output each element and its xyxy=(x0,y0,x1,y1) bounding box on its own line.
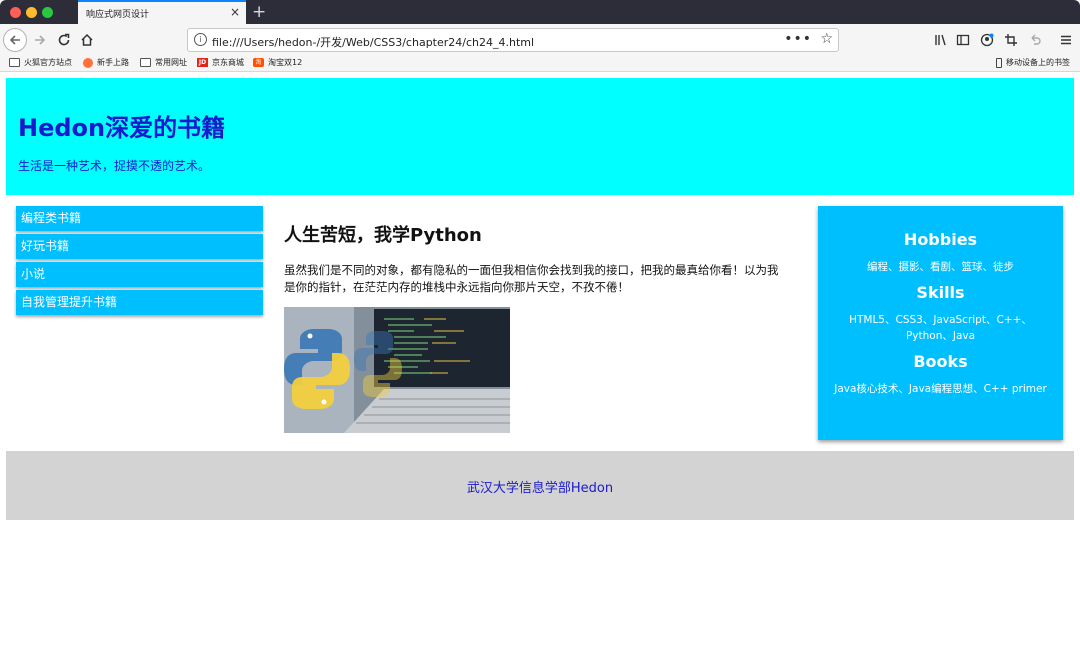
phone-icon xyxy=(996,57,1002,68)
reload-button[interactable] xyxy=(53,29,75,51)
page-header: Hedon深爱的书籍 生活是一种艺术，捉摸不透的艺术。 xyxy=(6,78,1074,195)
browser-window: 响应式网页设计 × + i file:///Users/hedon-/开发/We… xyxy=(0,0,1080,657)
folder-icon xyxy=(9,58,20,67)
page-actions-icon[interactable]: ••• xyxy=(784,31,812,47)
footer-text: 武汉大学信息学部Hedon xyxy=(466,481,614,496)
tab-title: 响应式网页设计 xyxy=(86,10,150,20)
tab-active[interactable]: 响应式网页设计 × xyxy=(78,0,246,24)
skills-text: HTML5、CSS3、JavaScript、C++、Python、Java xyxy=(849,314,1032,342)
folder-icon xyxy=(140,58,151,67)
tab-strip: 响应式网页设计 × + xyxy=(0,0,1080,24)
menu-item-novels[interactable]: 小说 xyxy=(16,262,263,287)
window-close-button[interactable] xyxy=(10,7,21,18)
bookmark-item[interactable]: 淘 淘宝双12 xyxy=(253,57,302,68)
site-subtitle: 生活是一种艺术，捉摸不透的艺术。 xyxy=(18,159,211,173)
navigation-bar: i file:///Users/hedon-/开发/Web/CSS3/chapt… xyxy=(0,24,1080,56)
reload-icon xyxy=(58,33,70,46)
forward-arrow-icon xyxy=(35,35,46,45)
firefox-icon xyxy=(83,57,93,68)
home-icon xyxy=(81,33,93,46)
bookmark-item[interactable]: 火狐官方站点 xyxy=(9,57,72,68)
menu-icon[interactable] xyxy=(1055,29,1077,51)
aside-panel: Hobbies 编程、摄影、看剧、篮球、徒步 Skills HTML5、CSS3… xyxy=(818,206,1063,440)
taobao-icon: 淘 xyxy=(253,58,264,67)
menu-item-fun[interactable]: 好玩书籍 xyxy=(16,234,263,259)
undo-icon[interactable] xyxy=(1024,29,1046,51)
url-text[interactable]: file:///Users/hedon-/开发/Web/CSS3/chapter… xyxy=(212,34,534,50)
hobbies-text: 编程、摄影、看剧、篮球、徒步 xyxy=(867,261,1014,273)
new-tab-button[interactable]: + xyxy=(252,1,266,23)
page-footer: 武汉大学信息学部Hedon xyxy=(6,451,1074,520)
window-minimize-button[interactable] xyxy=(26,7,37,18)
site-title: Hedon深爱的书籍 xyxy=(18,114,226,142)
bookmark-item[interactable]: 常用网址 xyxy=(140,57,187,68)
jd-icon: JD xyxy=(197,58,208,67)
screenshot-icon[interactable] xyxy=(1000,29,1022,51)
home-button[interactable] xyxy=(76,29,98,51)
bookmark-item[interactable]: 新手上路 xyxy=(83,57,129,68)
books-text: Java核心技术、Java编程思想、C++ primer xyxy=(834,383,1047,395)
window-maximize-button[interactable] xyxy=(42,7,53,18)
mobile-bookmarks[interactable]: 移动设备上的书签 xyxy=(996,57,1070,68)
forward-button[interactable] xyxy=(29,29,51,51)
web-page: Hedon深爱的书籍 生活是一种艺术，捉摸不透的艺术。 编程类书籍 好玩书籍 小… xyxy=(0,73,1080,657)
main-article: 人生苦短，我学Python 虽然我们是不同的对象，都有隐私的一面但我相信你会找到… xyxy=(284,221,804,433)
info-icon[interactable]: i xyxy=(194,33,207,46)
back-button[interactable] xyxy=(3,28,27,52)
menu-item-programming[interactable]: 编程类书籍 xyxy=(16,206,263,231)
address-bar[interactable]: i file:///Users/hedon-/开发/Web/CSS3/chapt… xyxy=(187,28,839,52)
article-body: 虽然我们是不同的对象，都有隐私的一面但我相信你会找到我的接口，把我的最真给你看！… xyxy=(284,263,779,294)
books-title: Books xyxy=(913,352,968,371)
account-icon[interactable] xyxy=(976,29,998,51)
menu-item-self-improvement[interactable]: 自我管理提升书籍 xyxy=(16,290,263,315)
hobbies-title: Hobbies xyxy=(903,230,978,249)
bookmarks-toolbar: 火狐官方站点 新手上路 常用网址 JD 京东商城 淘 淘宝双12 移动设备上的书… xyxy=(0,56,1080,72)
sidebar-icon[interactable] xyxy=(952,29,974,51)
article-title: 人生苦短，我学Python xyxy=(284,225,482,246)
skills-title: Skills xyxy=(916,283,965,302)
bookmark-item[interactable]: JD 京东商城 xyxy=(197,57,244,68)
tab-close-icon[interactable]: × xyxy=(230,5,240,19)
bookmark-star-icon[interactable]: ☆ xyxy=(820,31,833,47)
side-menu: 编程类书籍 好玩书籍 小说 自我管理提升书籍 xyxy=(16,206,263,318)
library-icon[interactable] xyxy=(930,29,952,51)
python-laptop-image xyxy=(284,307,510,433)
back-arrow-icon xyxy=(9,35,20,45)
